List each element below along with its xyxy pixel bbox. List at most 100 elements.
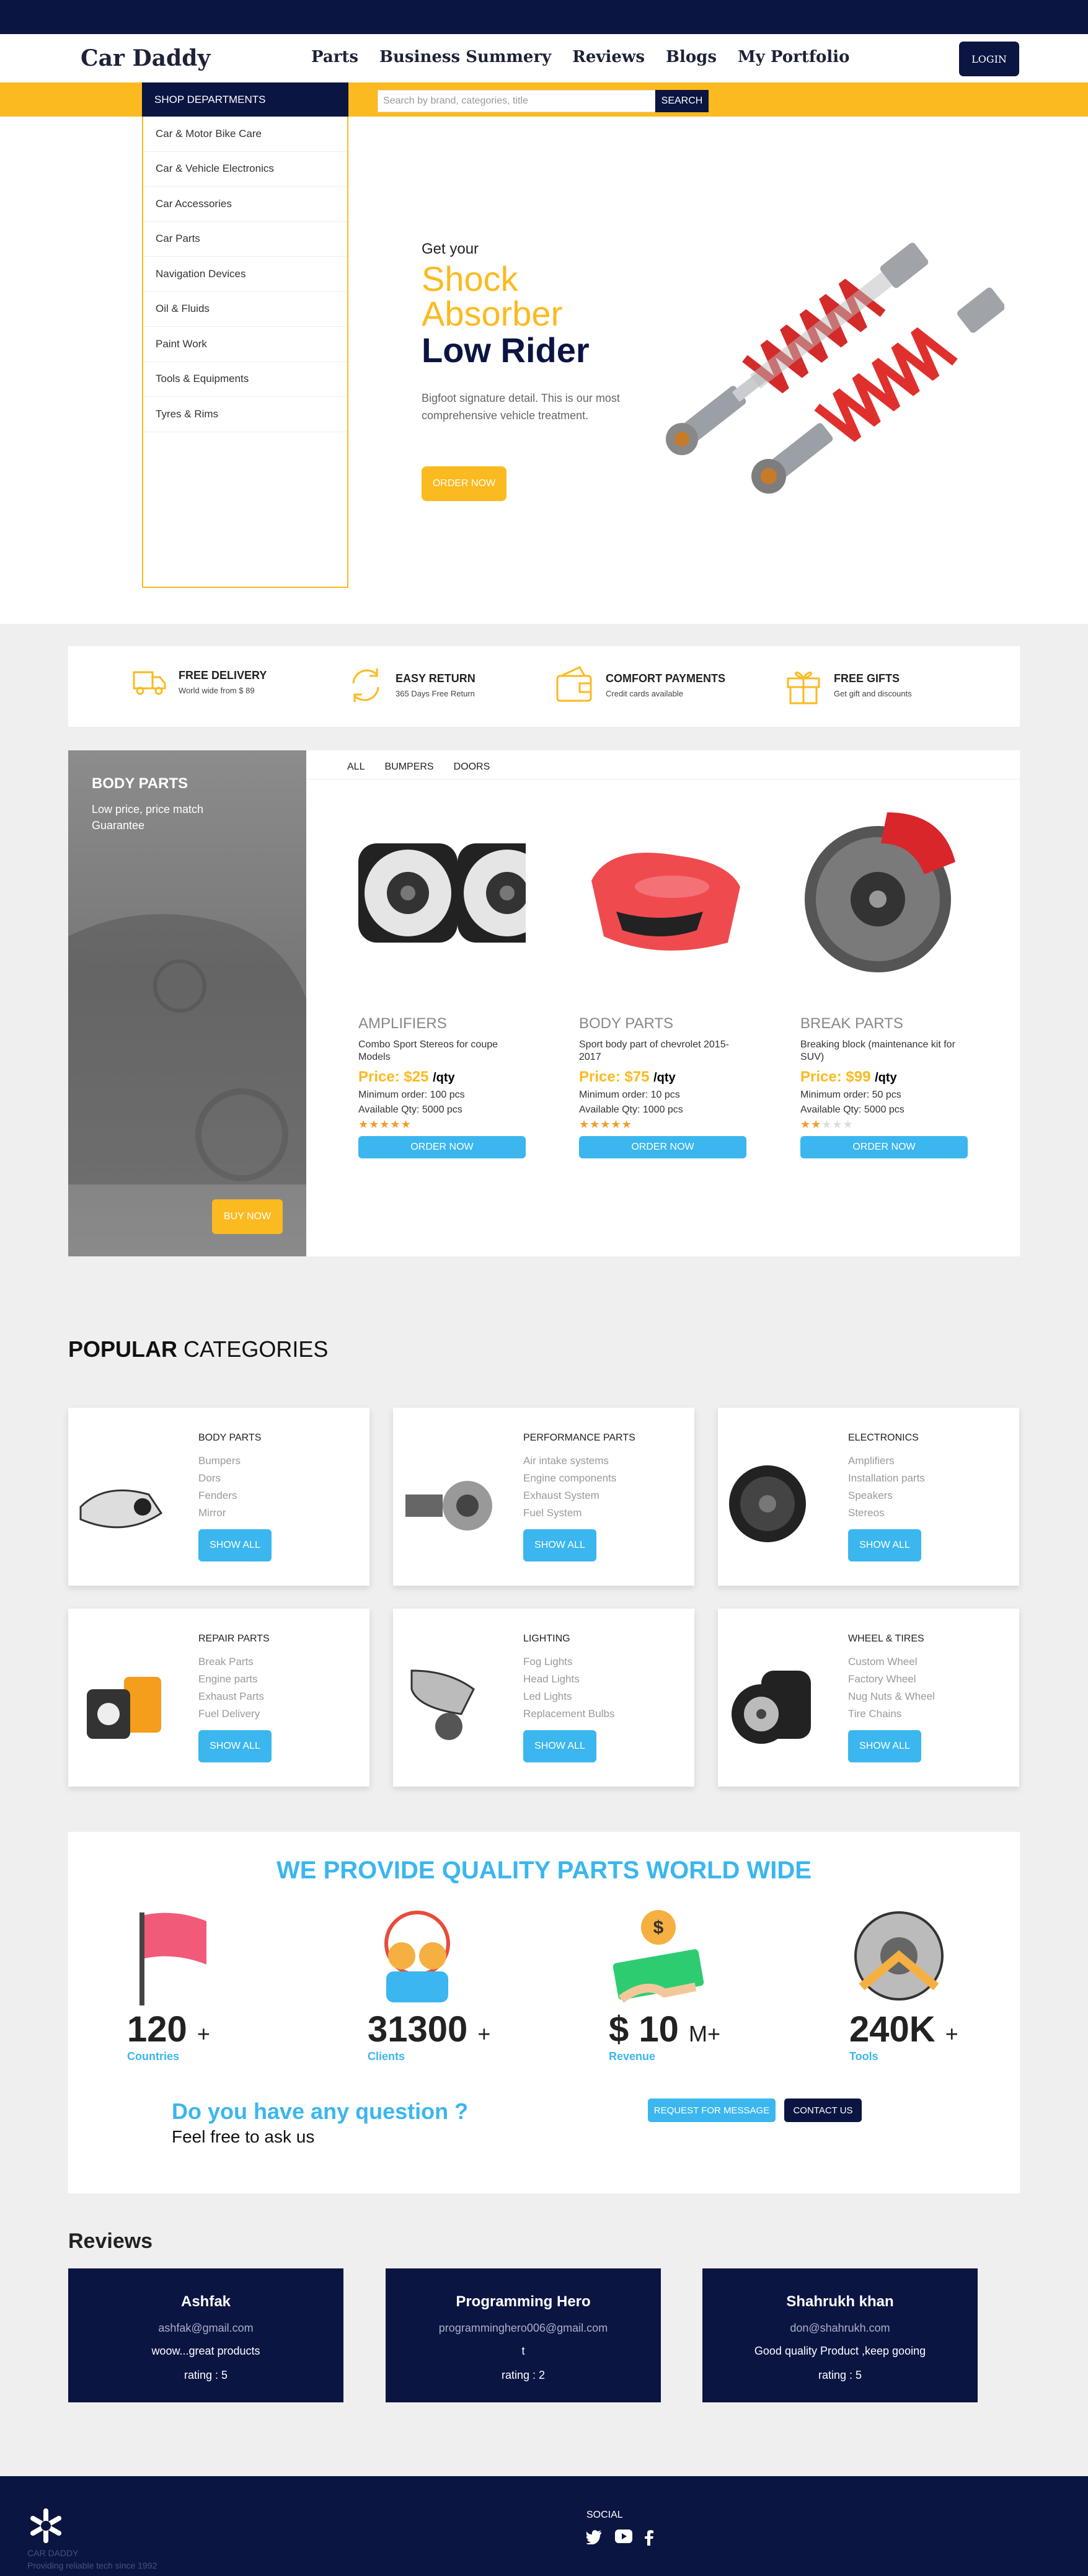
order-now-button[interactable]: ORDER NOW (800, 1136, 968, 1158)
category-item[interactable]: Replacement Bulbs (523, 1705, 614, 1723)
star-icon: ★ (611, 1118, 622, 1130)
login-button[interactable]: LOGIN (959, 42, 1019, 76)
department-item[interactable]: Tools & Equipments (143, 362, 347, 397)
department-item[interactable]: Tyres & Rims (143, 397, 347, 432)
buy-now-button[interactable]: BUY NOW (212, 1199, 283, 1234)
feature-subtitle: Credit cards available (606, 689, 684, 698)
category-item[interactable]: Factory Wheel (848, 1671, 935, 1688)
order-now-button[interactable]: ORDER NOW (358, 1136, 526, 1158)
contact-us-button[interactable]: CONTACT US (784, 2099, 862, 2122)
category-item[interactable]: Engine parts (198, 1671, 264, 1688)
product-min-order: Minimum order: 50 pcs (800, 1090, 901, 1100)
facebook-icon[interactable] (645, 2529, 653, 2546)
department-item[interactable]: Car & Motor Bike Care (143, 117, 347, 152)
category-item[interactable]: Speakers (848, 1487, 925, 1504)
category-item[interactable]: Stereos (848, 1504, 925, 1522)
category-item[interactable]: Custom Wheel (848, 1653, 935, 1671)
tab-all[interactable]: ALL (347, 762, 365, 773)
product-description: Combo Sport Stereos for coupe Models (358, 1039, 498, 1062)
category-item[interactable]: Exhaust Parts (198, 1688, 264, 1705)
youtube-icon[interactable] (615, 2529, 632, 2543)
social-heading: SOCIAL (586, 2510, 623, 2520)
nav-link-parts[interactable]: Parts (311, 48, 358, 66)
category-item[interactable]: Dors (198, 1470, 241, 1487)
category-card: PERFORMANCE PARTS Air intake systems Eng… (393, 1408, 694, 1586)
category-item[interactable]: Tire Chains (848, 1705, 935, 1723)
category-item[interactable]: Bumpers (198, 1452, 241, 1470)
nav-link-blogs[interactable]: Blogs (666, 48, 717, 66)
nav-link-business-summery[interactable]: Business Summery (379, 48, 551, 66)
show-all-button[interactable]: SHOW ALL (523, 1730, 596, 1762)
brand-logo[interactable]: Car Daddy (81, 45, 210, 71)
category-item[interactable]: Mirror (198, 1504, 241, 1522)
show-all-button[interactable]: SHOW ALL (848, 1529, 921, 1561)
review-text: t (521, 2345, 525, 2357)
review-rating: rating : 2 (501, 2369, 546, 2381)
star-icon: ★ (390, 1118, 401, 1130)
star-icon: ★ (579, 1118, 590, 1130)
show-all-button[interactable]: SHOW ALL (523, 1529, 596, 1561)
stat-countries: 120 + Countries (127, 1906, 214, 2063)
order-now-button[interactable]: ORDER NOW (579, 1136, 746, 1158)
speakers-image (358, 843, 557, 943)
category-item[interactable]: Fog Lights (523, 1653, 614, 1671)
category-item[interactable]: Fuel Delivery (198, 1705, 264, 1723)
product-available: Available Qty: 5000 pcs (358, 1104, 462, 1115)
hero-order-button[interactable]: ORDER NOW (422, 466, 506, 501)
category-item[interactable]: Led Lights (523, 1688, 614, 1705)
stat-label: Clients (368, 2050, 405, 2063)
review-email: ashfak@gmail.com (158, 2322, 254, 2334)
review-card: Ashfak ashfak@gmail.com woow...great pro… (68, 2268, 343, 2402)
category-card: REPAIR PARTS Break Parts Engine parts Ex… (68, 1609, 369, 1787)
body-parts-section: BODY PARTS Low price, price match Guaran… (68, 750, 1020, 1256)
product-rating: ★★★★★ (800, 1118, 968, 1131)
show-all-button[interactable]: SHOW ALL (198, 1730, 272, 1762)
review-name: Ashfak (180, 2293, 231, 2310)
star-icon: ★ (590, 1118, 601, 1130)
request-message-button[interactable]: REQUEST FOR MESSAGE (648, 2099, 776, 2122)
footer-tagline: Providing reliable tech since 1992 (27, 2560, 157, 2570)
nav-link-my-portfolio[interactable]: My Portfolio (738, 48, 849, 66)
category-item[interactable]: Break Parts (198, 1653, 264, 1671)
department-item[interactable]: Oil & Fluids (143, 292, 347, 327)
product-min-order: Minimum order: 100 pcs (358, 1090, 465, 1100)
category-item[interactable]: Amplifiers (848, 1452, 925, 1470)
feature-subtitle: Get gift and discounts (834, 689, 912, 698)
department-item[interactable]: Paint Work (143, 327, 347, 362)
feature-title: FREE GIFTS (834, 672, 900, 685)
category-item[interactable]: Engine components (523, 1470, 616, 1487)
wheel-tires-image (732, 1671, 811, 1744)
category-item[interactable]: Head Lights (523, 1671, 614, 1688)
department-item[interactable]: Car Accessories (143, 187, 347, 222)
star-icon: ★ (832, 1118, 843, 1130)
category-item[interactable]: Air intake systems (523, 1452, 616, 1470)
department-item[interactable]: Car & Vehicle Electronics (143, 152, 347, 187)
feature-title: COMFORT PAYMENTS (606, 672, 726, 685)
department-item[interactable]: Navigation Devices (143, 257, 347, 292)
hero-text: Get your Shock Absorber Low Rider Bigfoo… (422, 241, 639, 424)
social-icons (586, 2529, 653, 2546)
category-title: REPAIR PARTS (198, 1633, 270, 1644)
electronics-image (729, 1465, 806, 1542)
search-button[interactable]: SEARCH (655, 90, 709, 112)
search-input[interactable]: Search by brand, categories, title (378, 90, 655, 112)
hero-title-line1: Shock (422, 259, 518, 298)
nav-link-reviews[interactable]: Reviews (572, 48, 645, 66)
body-parts-tabs: ALL BUMPERS DOORS (347, 762, 490, 773)
category-item[interactable]: Exhaust System (523, 1487, 616, 1504)
category-item[interactable]: Fenders (198, 1487, 241, 1504)
tab-doors[interactable]: DOORS (454, 762, 490, 773)
shop-departments-header[interactable]: SHOP DEPARTMENTS (142, 82, 348, 117)
category-items: Amplifiers Installation parts Speakers S… (848, 1452, 925, 1522)
category-item[interactable]: Fuel System (523, 1504, 616, 1522)
category-item[interactable]: Nug Nuts & Wheel (848, 1688, 935, 1705)
category-item[interactable]: Installation parts (848, 1470, 925, 1487)
star-icon: ★ (379, 1118, 391, 1130)
tab-bumpers[interactable]: BUMPERS (384, 762, 433, 773)
show-all-button[interactable]: SHOW ALL (848, 1730, 921, 1762)
twitter-icon[interactable] (586, 2529, 603, 2544)
show-all-button[interactable]: SHOW ALL (198, 1529, 272, 1561)
review-email: programminghero006@gmail.com (438, 2322, 608, 2334)
department-item[interactable]: Car Parts (143, 222, 347, 257)
logo-icon[interactable] (27, 2507, 64, 2544)
